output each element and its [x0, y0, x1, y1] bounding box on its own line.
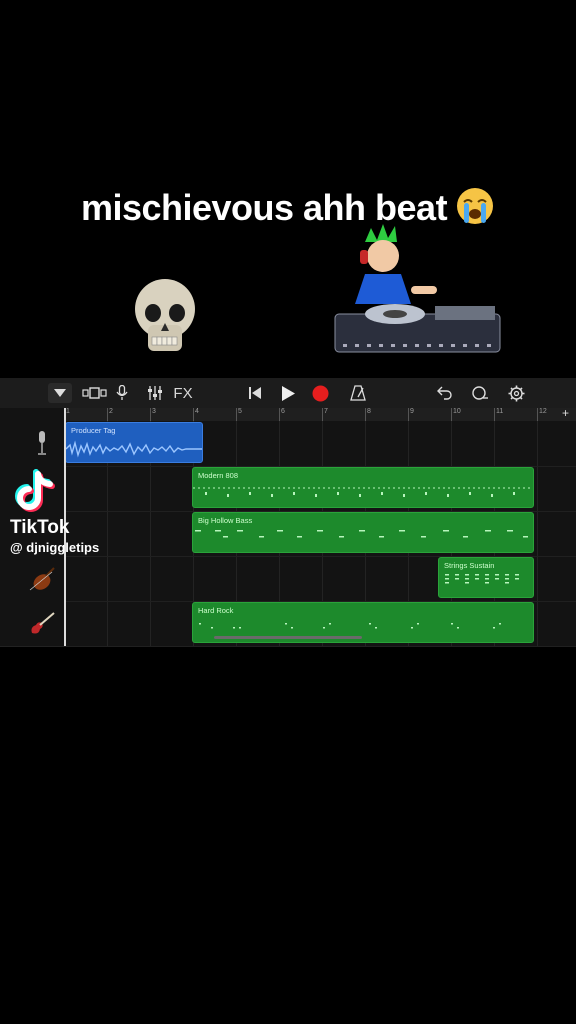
region-modern-808[interactable]: Modern 808 — [192, 467, 534, 508]
waveform-icon — [66, 440, 202, 458]
mixer-button[interactable] — [146, 383, 164, 403]
ruler-mark: 7 — [324, 408, 328, 415]
tracks-view-icon — [82, 387, 107, 399]
loop-browser-button[interactable] — [470, 383, 490, 403]
skull-image — [130, 275, 200, 360]
track-lane: Hard Rock — [64, 601, 576, 647]
midi-notes-icon — [195, 530, 528, 538]
region-label: Hard Rock — [198, 606, 234, 615]
ruler-mark: 10 — [453, 408, 461, 415]
browser-toggle-button[interactable] — [48, 383, 72, 403]
ruler-mark: 4 — [195, 408, 199, 415]
midi-notes-icon — [193, 487, 533, 497]
ruler-mark: 5 — [238, 408, 242, 415]
garageband-window: FX 1 2 3 4 5 6 7 8 9 10 11 12 + Producer… — [0, 378, 576, 647]
track-lane: Modern 808 — [64, 466, 576, 512]
play-button[interactable] — [279, 383, 297, 403]
midi-notes-icon — [445, 574, 519, 584]
record-icon — [312, 385, 328, 401]
fx-button[interactable]: FX — [172, 383, 194, 403]
triangle-down-icon — [54, 389, 66, 397]
ruler-mark: 6 — [281, 408, 285, 415]
settings-button[interactable] — [506, 383, 526, 403]
ruler-mark: 11 — [496, 408, 504, 415]
tiktok-username: @ djniggletips — [10, 540, 100, 555]
view-toggle-button[interactable] — [82, 383, 108, 403]
record-button[interactable] — [310, 383, 330, 403]
electric-guitar-icon — [31, 612, 55, 634]
region-label: Big Hollow Bass — [198, 516, 253, 525]
region-label: Modern 808 — [198, 471, 239, 480]
play-icon — [281, 385, 295, 401]
ruler-mark: 12 — [539, 408, 547, 415]
region-label: Strings Sustain — [444, 561, 495, 570]
skip-back-icon — [249, 387, 261, 399]
tiktok-logo — [10, 468, 66, 519]
ruler-mark: 8 — [367, 408, 371, 415]
gear-icon — [508, 385, 524, 401]
microphone-icon — [38, 431, 46, 455]
horizontal-scrollbar[interactable] — [214, 636, 362, 639]
ruler-mark: 2 — [109, 408, 113, 415]
track-header-strings-sustain[interactable] — [0, 556, 64, 602]
undo-icon — [437, 386, 452, 400]
region-producer-tag[interactable]: Producer Tag — [65, 422, 203, 463]
ruler-mark: 3 — [152, 408, 156, 415]
microphone-button[interactable] — [114, 383, 130, 403]
ruler-mark: 9 — [410, 408, 414, 415]
toolbar: FX — [0, 378, 576, 408]
go-to-beginning-button[interactable] — [246, 383, 264, 403]
tiktok-brand: TikTok — [10, 517, 70, 538]
violin-icon — [29, 567, 55, 591]
microphone-icon — [116, 385, 128, 400]
track-header-hard-rock[interactable] — [0, 601, 64, 647]
track-header-producer-tag[interactable] — [0, 421, 64, 496]
metronome-button[interactable] — [348, 383, 368, 403]
ruler-mark: 1 — [66, 408, 70, 415]
track-lane: Big Hollow Bass — [64, 511, 576, 557]
region-label: Producer Tag — [71, 426, 116, 435]
region-strings-sustain[interactable]: Strings Sustain — [438, 557, 534, 598]
timeline-ruler[interactable]: 1 2 3 4 5 6 7 8 9 10 11 12 + — [64, 406, 576, 421]
metronome-icon — [350, 385, 366, 401]
sliders-icon — [148, 386, 162, 400]
add-section-button[interactable]: + — [562, 406, 569, 420]
undo-button[interactable] — [436, 383, 454, 403]
region-big-hollow-bass[interactable]: Big Hollow Bass — [192, 512, 534, 553]
dj-character-image — [325, 222, 505, 372]
track-lane: Producer Tag — [64, 421, 576, 467]
track-lane: Strings Sustain — [64, 556, 576, 602]
loop-icon — [472, 386, 488, 400]
